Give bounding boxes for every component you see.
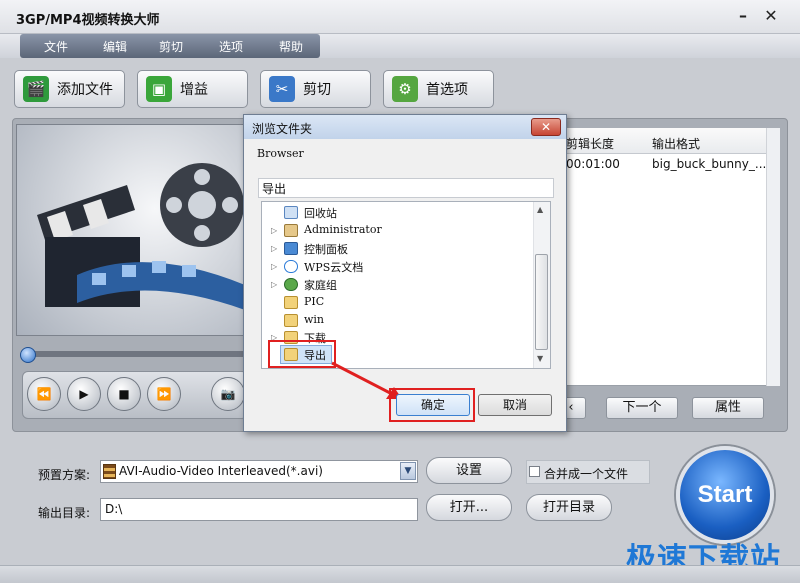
film-clapper-icon — [37, 163, 245, 310]
minimize-button[interactable]: – — [730, 5, 756, 27]
next-button[interactable]: 下一个 — [606, 397, 678, 419]
output-label: 输出目录: — [38, 506, 91, 520]
scroll-thumb[interactable] — [535, 254, 548, 350]
tree-item-administrator[interactable]: Administrator — [304, 223, 382, 236]
chevron-down-icon[interactable]: ▼ — [400, 462, 416, 480]
row-format[interactable]: big_buck_bunny_... — [652, 157, 766, 171]
forward-icon: ⏩ — [156, 387, 172, 401]
preferences-label: 首选项 — [426, 82, 468, 98]
column-length[interactable]: 剪辑长度 — [566, 135, 614, 152]
gain-label: 增益 — [180, 82, 208, 98]
stop-icon: ■ — [118, 387, 130, 401]
seek-bar[interactable] — [22, 351, 248, 357]
folder-icon — [284, 314, 298, 327]
preset-select[interactable]: AVI-Audio-Video Interleaved(*.avi) — [100, 460, 418, 483]
output-dir-input[interactable]: D:\ — [100, 498, 418, 521]
tree-item-recycle-bin[interactable]: 回收站 — [304, 205, 337, 221]
tree-item-win[interactable]: win — [304, 313, 324, 326]
preferences-icon: ⚙ — [392, 76, 418, 102]
add-file-button[interactable]: 🎬 添加文件 — [14, 70, 125, 108]
add-file-icon: 🎬 — [23, 76, 49, 102]
tree-item-pic[interactable]: PIC — [304, 295, 324, 308]
cut-label: 剪切 — [303, 82, 331, 98]
column-format[interactable]: 输出格式 — [652, 135, 700, 152]
camera-icon: 📷 — [220, 387, 236, 401]
seek-handle[interactable] — [20, 347, 36, 363]
close-button[interactable]: ✕ — [758, 5, 784, 27]
properties-button[interactable]: 属性 — [692, 397, 764, 419]
status-bar — [0, 565, 800, 583]
gain-icon: ▣ — [146, 76, 172, 102]
file-list-scrollbar[interactable] — [766, 128, 780, 386]
tree-item-homegroup[interactable]: 家庭组 — [304, 277, 337, 293]
scroll-up-icon[interactable]: ▲ — [537, 205, 543, 214]
tree-item-control-panel[interactable]: 控制面板 — [304, 241, 348, 257]
folder-icon — [284, 296, 298, 309]
film-icon — [103, 464, 116, 479]
video-preview — [16, 124, 248, 336]
expand-icon[interactable]: ▷ — [271, 280, 277, 289]
menu-help[interactable]: 帮助 — [279, 38, 303, 55]
play-icon: ▶ — [79, 387, 89, 401]
start-button[interactable]: Start — [676, 446, 774, 544]
rewind-button[interactable]: ⏪ — [27, 377, 61, 411]
cancel-button[interactable]: 取消 — [478, 394, 552, 416]
recycle-bin-icon — [284, 206, 298, 219]
add-file-label: 添加文件 — [57, 82, 113, 98]
forward-button[interactable]: ⏩ — [147, 377, 181, 411]
tree-item-wps-cloud[interactable]: WPS云文档 — [304, 259, 363, 275]
settings-button[interactable]: 设置 — [426, 457, 512, 484]
cut-icon: ✂ — [269, 76, 295, 102]
scroll-down-icon[interactable]: ▼ — [537, 354, 543, 363]
preset-value: AVI-Audio-Video Interleaved(*.avi) — [119, 464, 323, 478]
folder-path-field[interactable]: 导出 — [258, 178, 554, 198]
open-button[interactable]: 打开... — [426, 494, 512, 521]
play-button[interactable]: ▶ — [67, 377, 101, 411]
menu-file[interactable]: 文件 — [44, 38, 68, 55]
cloud-icon — [284, 260, 298, 273]
menu-edit[interactable]: 编辑 — [103, 38, 127, 55]
merge-label: 合并成一个文件 — [544, 467, 629, 481]
dialog-title: 浏览文件夹 — [252, 122, 313, 136]
open-directory-button[interactable]: 打开目录 — [526, 494, 612, 521]
expand-icon[interactable]: ▷ — [271, 244, 277, 253]
row-length[interactable]: 00:01:00 — [566, 157, 620, 171]
expand-icon[interactable]: ▷ — [271, 262, 277, 271]
preferences-button[interactable]: ⚙ 首选项 — [383, 70, 494, 108]
cut-button[interactable]: ✂ 剪切 — [260, 70, 371, 108]
expand-icon[interactable]: ▷ — [271, 226, 277, 235]
app-title: 3GP/MP4视频转换大师 — [16, 13, 160, 28]
stop-button[interactable]: ■ — [107, 377, 141, 411]
control-panel-icon — [284, 242, 298, 255]
dialog-close-button[interactable]: ✕ — [531, 118, 561, 136]
merge-checkbox[interactable] — [529, 466, 540, 477]
dialog-subtitle: Browser — [257, 147, 304, 160]
menu-cut[interactable]: 剪切 — [159, 38, 183, 55]
homegroup-icon — [284, 278, 298, 291]
snapshot-button[interactable]: 📷 — [211, 377, 245, 411]
user-folder-icon — [284, 224, 298, 237]
menu-options[interactable]: 选项 — [219, 38, 243, 55]
gain-button[interactable]: ▣ 增益 — [137, 70, 248, 108]
ok-button[interactable]: 确定 — [396, 394, 470, 416]
rewind-icon: ⏪ — [36, 387, 52, 401]
preset-label: 预置方案: — [38, 468, 91, 482]
chevron-left-icon: ‹ — [568, 400, 574, 415]
